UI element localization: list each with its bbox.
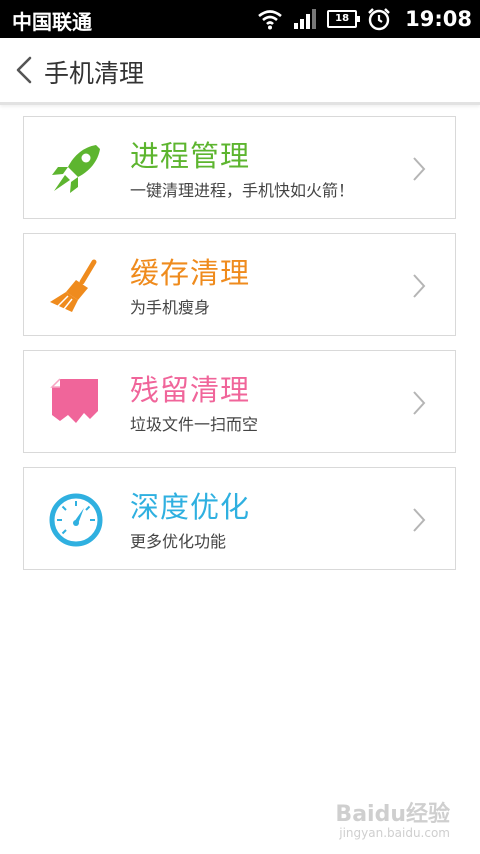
baidu-watermark: Baidu经验 jingyan.baidu.com — [335, 796, 450, 840]
card-title: 深度优化 — [130, 490, 251, 524]
signal-icon — [294, 9, 317, 29]
card-subtitle: 垃圾文件一扫而空 — [130, 415, 259, 434]
battery-icon: 18 — [327, 10, 361, 28]
clock: 19:08 — [405, 7, 472, 31]
card-subtitle: 为手机瘦身 — [130, 298, 211, 317]
status-bar: 中国联通 18 19:08 — [0, 0, 480, 38]
status-icons: 18 19:08 — [247, 0, 472, 38]
page-title: 手机清理 — [44, 59, 145, 88]
torn-paper-icon — [50, 378, 98, 423]
wifi-icon — [258, 10, 282, 30]
cache-cleanup-card[interactable]: 缓存清理 为手机瘦身 — [23, 233, 456, 336]
rocket-icon — [52, 145, 100, 193]
back-button[interactable] — [10, 52, 40, 88]
chevron-right-icon — [413, 157, 426, 181]
chevron-right-icon — [413, 391, 426, 415]
carrier-name: 中国联通 — [12, 10, 92, 34]
battery-level: 18 — [335, 13, 350, 24]
watermark-url: jingyan.baidu.com — [339, 826, 450, 840]
card-title: 进程管理 — [130, 139, 251, 173]
card-subtitle: 更多优化功能 — [130, 532, 227, 551]
card-title: 缓存清理 — [130, 256, 251, 290]
watermark-brand: Baidu经验 — [335, 802, 450, 827]
chevron-right-icon — [413, 508, 426, 532]
speedometer-icon — [49, 493, 103, 547]
card-title: 残留清理 — [130, 373, 251, 407]
app-header: 手机清理 — [0, 38, 480, 105]
alarm-icon — [368, 8, 390, 31]
broom-icon — [50, 259, 97, 312]
deep-optimization-card[interactable]: 深度优化 更多优化功能 — [23, 467, 456, 570]
chevron-right-icon — [413, 274, 426, 298]
card-subtitle: 一键清理进程，手机快如火箭！ — [130, 181, 355, 200]
process-management-card[interactable]: 进程管理 一键清理进程，手机快如火箭！ — [23, 116, 456, 219]
residue-cleanup-card[interactable]: 残留清理 垃圾文件一扫而空 — [23, 350, 456, 453]
